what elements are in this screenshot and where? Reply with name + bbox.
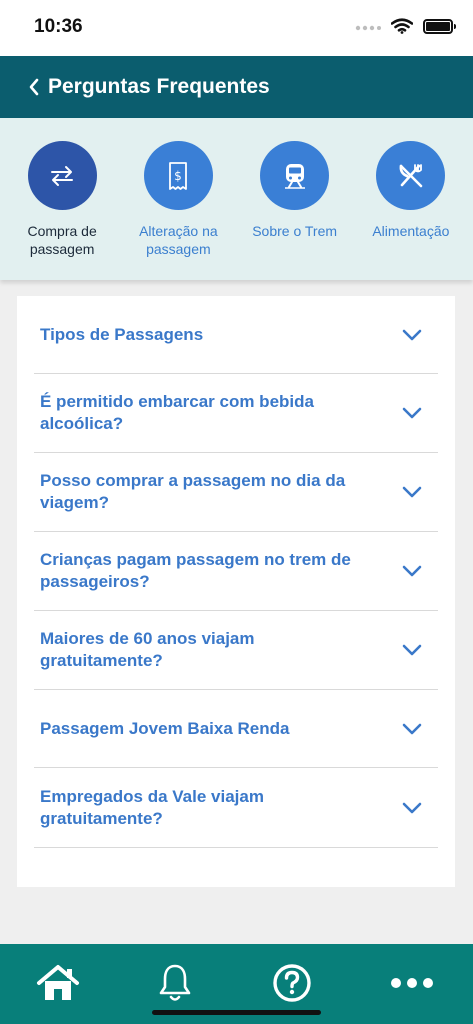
category-tabs: Compra de passagem $ Alteração na passag… xyxy=(0,118,473,280)
faq-question: Empregados da Vale viajam gratuitamente? xyxy=(40,786,264,830)
category-label-line: Alteração na xyxy=(139,223,218,239)
faq-question-line: viagem? xyxy=(40,493,109,512)
chevron-down-icon xyxy=(402,329,422,340)
faq-list: Tipos de Passagens É permitido embarcar … xyxy=(17,296,455,887)
faq-question-line: alcoólica? xyxy=(40,414,124,433)
faq-item[interactable]: Tipos de Passagens xyxy=(34,296,438,374)
category-sobre-o-trem[interactable]: Sobre o Trem xyxy=(237,118,353,280)
faq-question-line: Empregados da Vale viajam xyxy=(40,786,264,806)
status-icons xyxy=(355,18,456,34)
category-compra-de-passagem[interactable]: Compra de passagem xyxy=(4,118,120,280)
status-bar: 10:36 xyxy=(0,0,473,56)
faq-question-line: Crianças pagam passagem no trem de xyxy=(40,550,351,569)
nav-home-button[interactable] xyxy=(28,958,88,1008)
chevron-down-icon xyxy=(402,486,422,498)
faq-item[interactable]: Passagem Jovem Baixa Renda xyxy=(34,690,438,768)
faq-question: Passagem Jovem Baixa Renda xyxy=(40,718,289,740)
category-icon-circle: $ xyxy=(143,141,213,210)
nav-more-button[interactable] xyxy=(382,958,442,1008)
faq-question-line: gratuitamente? xyxy=(40,808,163,828)
status-time: 10:36 xyxy=(34,16,83,37)
category-label: Sobre o Trem xyxy=(252,222,337,240)
chevron-left-icon xyxy=(29,78,39,96)
faq-question: É permitido embarcar com bebida alcoólic… xyxy=(40,391,314,435)
cellular-signal-icon xyxy=(355,25,381,31)
chevron-down-icon xyxy=(402,407,422,419)
chevron-down-icon xyxy=(402,802,422,813)
faq-question: Crianças pagam passagem no trem de passa… xyxy=(40,549,351,593)
chevron-down-icon xyxy=(402,565,422,577)
nav-notifications-button[interactable] xyxy=(145,958,205,1008)
battery-icon xyxy=(423,18,456,34)
category-icon-circle xyxy=(260,141,330,210)
chevron-down-icon xyxy=(402,644,422,656)
fork-knife-icon xyxy=(399,163,423,187)
exchange-arrows-icon xyxy=(51,165,74,186)
category-icon-circle xyxy=(376,141,446,210)
home-indicator xyxy=(152,1010,321,1015)
faq-question-line: Passagem Jovem Baixa Renda xyxy=(40,718,290,738)
faq-question-line: Posso comprar a passagem no dia da xyxy=(40,471,346,490)
home-icon xyxy=(37,965,79,1000)
faq-question-line: Maiores de 60 anos viajam xyxy=(40,629,255,648)
category-label-line: passagem xyxy=(29,241,95,257)
bell-icon xyxy=(159,964,191,1001)
more-dots-icon xyxy=(391,978,433,988)
faq-question: Posso comprar a passagem no dia da viage… xyxy=(40,470,345,514)
svg-text:$: $ xyxy=(175,169,183,183)
page-title: Perguntas Frequentes xyxy=(48,75,270,98)
category-label: Alimentação xyxy=(372,222,449,240)
faq-question-line: passageiros? xyxy=(40,572,150,591)
nav-help-button[interactable] xyxy=(262,958,322,1008)
category-label-line: Sobre o Trem xyxy=(252,223,338,239)
faq-item[interactable]: É permitido embarcar com bebida alcoólic… xyxy=(34,374,438,453)
train-icon xyxy=(284,163,305,189)
faq-item[interactable]: Maiores de 60 anos viajam gratuitamente? xyxy=(34,611,438,690)
faq-question-line: gratuitamente? xyxy=(40,651,163,670)
faq-item[interactable]: Empregados da Vale viajam gratuitamente? xyxy=(34,768,438,848)
category-label-line: passagem xyxy=(146,241,211,257)
app-header: Perguntas Frequentes xyxy=(0,56,473,118)
category-label-line: Compra de xyxy=(27,223,97,239)
faq-item[interactable]: Crianças pagam passagem no trem de passa… xyxy=(34,532,438,611)
faq-question: Tipos de Passagens xyxy=(40,324,203,346)
chevron-down-icon xyxy=(402,723,422,734)
wifi-icon xyxy=(391,18,413,34)
category-label: Alteração na passagem xyxy=(139,222,218,258)
category-icon-circle xyxy=(27,141,97,210)
category-alteracao-na-passagem[interactable]: $ Alteração na passagem xyxy=(120,118,236,280)
category-label: Compra de passagem xyxy=(27,222,96,258)
faq-item[interactable]: Posso comprar a passagem no dia da viage… xyxy=(34,453,438,532)
category-alimentacao[interactable]: Alimentação xyxy=(353,118,469,280)
category-label-line: Alimentação xyxy=(372,223,450,239)
faq-question-line: Tipos de Passagens xyxy=(40,324,204,344)
faq-question: Maiores de 60 anos viajam gratuitamente? xyxy=(40,628,255,672)
ticket-dollar-icon: $ xyxy=(169,161,188,190)
faq-question-line: É permitido embarcar com bebida xyxy=(40,392,314,411)
help-circle-icon xyxy=(273,964,311,1002)
